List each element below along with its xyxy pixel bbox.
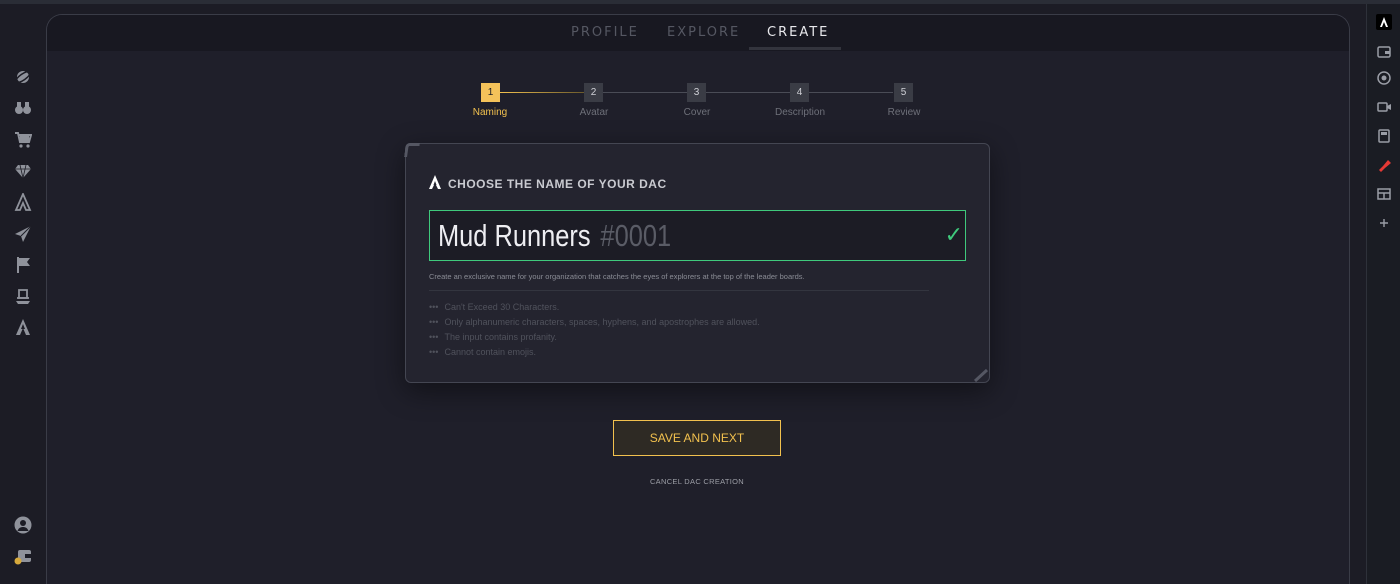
rule-text: The input contains profanity. (444, 332, 557, 342)
rule-text: Only alphanumeric characters, spaces, hy… (444, 317, 760, 327)
brand-alt-icon[interactable] (14, 318, 32, 336)
dac-name-text: Mud Runners #0001 (438, 218, 671, 254)
dac-name-input[interactable]: Mud Runners #0001 ✓ (429, 210, 966, 261)
step-2-label: Avatar (579, 107, 609, 118)
rule-item: ••• The input contains profanity. (429, 332, 557, 342)
step-4-number[interactable]: 4 (790, 83, 809, 102)
divider (429, 290, 929, 291)
stepper-connector (500, 92, 584, 93)
layout-icon[interactable] (1376, 186, 1392, 202)
tab-create[interactable]: CREATE (767, 25, 829, 49)
rule-item: ••• Only alphanumeric characters, spaces,… (429, 317, 760, 327)
main-panel: PROFILE EXPLORE CREATE 1 2 3 4 5 Naming … (46, 14, 1350, 584)
brand-icon[interactable] (14, 193, 32, 211)
stepper-connector (809, 92, 893, 93)
bullet-icon: ••• (429, 347, 439, 357)
brand-logo-icon (428, 174, 442, 190)
record-icon[interactable] (1376, 70, 1392, 86)
cart-icon[interactable] (14, 131, 32, 149)
planet-icon[interactable] (14, 68, 32, 86)
right-sidebar (1366, 4, 1400, 584)
naming-card: CHOOSE THE NAME OF YOUR DAC Mud Runners #… (404, 143, 990, 383)
step-1-label: Naming (472, 107, 508, 118)
helper-text: Create an exclusive name for your organi… (429, 272, 805, 281)
left-sidebar (0, 4, 46, 584)
step-4-label: Description (774, 107, 826, 118)
top-strip (0, 0, 1400, 4)
user-icon[interactable] (14, 516, 32, 534)
cancel-dac-creation-link[interactable]: CANCEL DAC CREATION (613, 477, 781, 486)
card-corner-decoration (973, 368, 989, 382)
wallet-icon[interactable] (14, 547, 32, 565)
step-3-label: Cover (683, 107, 711, 118)
valid-check-icon: ✓ (944, 222, 963, 247)
rule-item: ••• Can't Exceed 30 Characters. (429, 302, 559, 312)
stepper-connector (603, 92, 687, 93)
rule-item: ••• Cannot contain emojis. (429, 347, 536, 357)
video-icon[interactable] (1376, 99, 1392, 115)
plus-icon[interactable] (1376, 215, 1392, 231)
flag-icon[interactable] (14, 256, 32, 274)
card-corner-decoration (404, 143, 420, 157)
cards-icon[interactable] (14, 287, 32, 305)
stepper-connector (706, 92, 790, 93)
diamond-icon[interactable] (14, 162, 32, 180)
rule-text: Cannot contain emojis. (444, 347, 537, 357)
step-1-number[interactable]: 1 (481, 83, 500, 102)
save-and-next-button[interactable]: SAVE AND NEXT (613, 420, 781, 456)
brand-logo-icon[interactable] (1376, 14, 1392, 30)
rocket-icon[interactable] (14, 225, 32, 243)
bullet-icon: ••• (429, 317, 439, 327)
top-tabs: PROFILE EXPLORE CREATE (47, 15, 1349, 51)
step-5-label: Review (887, 107, 921, 118)
binoculars-icon[interactable] (14, 99, 32, 117)
pin-icon[interactable] (1376, 157, 1392, 173)
step-3-number[interactable]: 3 (687, 83, 706, 102)
wallet-icon[interactable] (1376, 44, 1392, 60)
card-title: CHOOSE THE NAME OF YOUR DAC (448, 177, 667, 191)
save-icon[interactable] (1376, 128, 1392, 144)
dac-name-suffix: #0001 (600, 217, 672, 253)
tab-profile[interactable]: PROFILE (571, 25, 639, 49)
app-root: PROFILE EXPLORE CREATE 1 2 3 4 5 Naming … (0, 0, 1400, 584)
dac-name-value: Mud Runners (438, 217, 591, 253)
step-5-number[interactable]: 5 (894, 83, 913, 102)
tab-active-indicator (749, 47, 841, 50)
bullet-icon: ••• (429, 302, 439, 312)
bullet-icon: ••• (429, 332, 439, 342)
step-2-number[interactable]: 2 (584, 83, 603, 102)
rule-text: Can't Exceed 30 Characters. (444, 302, 560, 312)
tab-explore[interactable]: EXPLORE (667, 25, 740, 49)
